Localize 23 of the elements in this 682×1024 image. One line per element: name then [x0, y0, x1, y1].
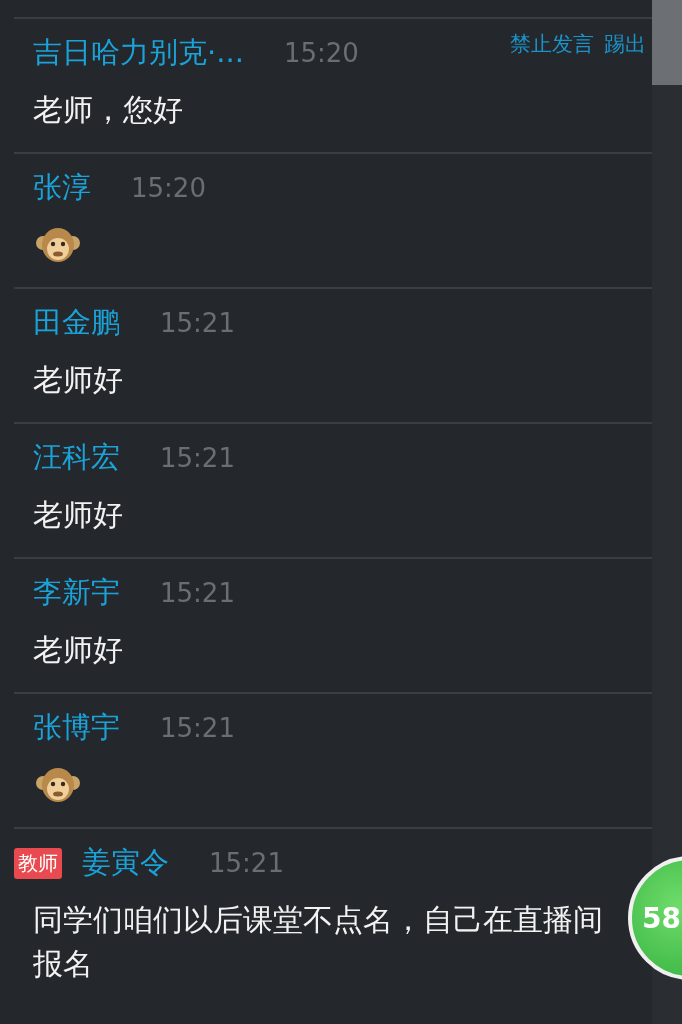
message-text: 老师好 [33, 496, 124, 534]
sender-name: 汪科宏 [33, 439, 120, 476]
message-text: 老师，您好 [33, 91, 184, 129]
message-text: 老师好 [33, 361, 124, 399]
moderation-link[interactable]: 踢出 [604, 30, 646, 58]
message-time: 15:20 [131, 173, 206, 203]
message-time: 15:21 [160, 308, 235, 338]
message-time: 15:20 [283, 38, 359, 68]
message-text: 老师好 [33, 631, 124, 669]
sender-name: 姜寅令 [82, 844, 169, 881]
message-time: 15:21 [160, 713, 235, 743]
sender-name: 张淳 [33, 169, 91, 206]
sender-name: 吉日哈力别克·... [33, 34, 244, 71]
moderation-link[interactable]: 禁止发言 [510, 30, 594, 58]
sender-name: 张博宇 [33, 709, 120, 746]
sender-name: 田金鹏 [33, 304, 120, 341]
sender-name: 李新宇 [33, 574, 120, 611]
message-time: 15:21 [160, 578, 235, 608]
teacher-tag: 教师 [14, 847, 62, 879]
message-time: 15:21 [209, 848, 284, 878]
message-text: 同学们咱们以后课堂不点名，自己在直播间报名 [33, 901, 604, 983]
scrollbar-thumb[interactable] [652, 0, 682, 85]
message-time: 15:21 [160, 443, 235, 473]
